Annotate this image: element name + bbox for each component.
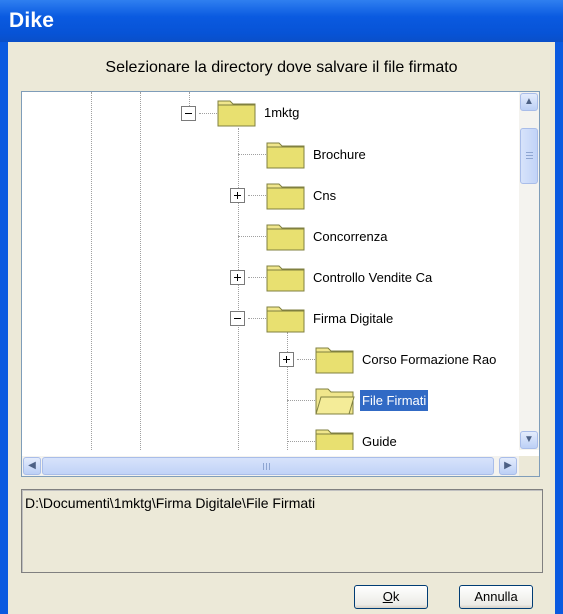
expand-toggle-corso-formazione[interactable] bbox=[279, 352, 294, 367]
folder-tree-content: 1mktg Brochure Cns Concorrenza Controllo… bbox=[22, 92, 519, 450]
tree-node-label[interactable]: Corso Formazione Rao bbox=[360, 349, 498, 370]
tree-node-label[interactable]: Cns bbox=[311, 185, 338, 206]
expand-toggle-controllo-vendite[interactable] bbox=[230, 270, 245, 285]
folder-icon bbox=[266, 142, 305, 169]
chevron-up-icon[interactable]: ▲ bbox=[520, 93, 538, 111]
window-title: Dike bbox=[9, 9, 55, 32]
tree-connector bbox=[248, 318, 268, 319]
tree-node-label[interactable]: 1mktg bbox=[262, 102, 301, 123]
tree-connector bbox=[238, 236, 268, 237]
dialog-client-area: Selezionare la directory dove salvare il… bbox=[8, 42, 555, 614]
grip-line bbox=[526, 152, 533, 153]
tree-guide-line bbox=[287, 332, 288, 450]
chevron-left-icon[interactable]: ◀ bbox=[23, 457, 41, 475]
folder-icon bbox=[315, 429, 354, 450]
open-folder-icon bbox=[315, 388, 355, 415]
grip-line bbox=[269, 463, 270, 470]
collapse-toggle-1mktg[interactable] bbox=[181, 106, 196, 121]
tree-connector bbox=[297, 359, 317, 360]
dialog-window: Dike Selezionare la directory dove salva… bbox=[0, 0, 563, 614]
horizontal-scrollbar[interactable]: ◀ ▶ bbox=[22, 456, 519, 476]
grip-line bbox=[526, 155, 533, 156]
folder-icon bbox=[266, 224, 305, 251]
tree-node-label[interactable]: Firma Digitale bbox=[311, 308, 395, 329]
tree-guide-line bbox=[189, 92, 190, 106]
collapse-toggle-firma-digitale[interactable] bbox=[230, 311, 245, 326]
ok-mnemonic: O bbox=[382, 589, 393, 604]
tree-guide-line bbox=[238, 128, 239, 450]
tree-connector bbox=[248, 277, 268, 278]
selected-path-text: D:\Documenti\1mktg\Firma Digitale\File F… bbox=[25, 495, 316, 511]
folder-icon bbox=[217, 100, 256, 127]
grip-line bbox=[526, 158, 533, 159]
tree-connector bbox=[287, 400, 317, 401]
folder-icon bbox=[266, 183, 305, 210]
ok-label-rest: k bbox=[392, 589, 400, 604]
tree-connector bbox=[238, 154, 268, 155]
tree-connector bbox=[199, 113, 217, 114]
dialog-prompt: Selezionare la directory dove salvare il… bbox=[105, 59, 458, 76]
tree-node-label[interactable]: Controllo Vendite Ca bbox=[311, 267, 434, 288]
tree-connector bbox=[287, 441, 317, 442]
grip-line bbox=[266, 463, 267, 470]
tree-node-label[interactable]: Brochure bbox=[311, 144, 368, 165]
tree-guide-line bbox=[91, 92, 92, 450]
horizontal-scroll-thumb[interactable] bbox=[42, 457, 494, 475]
grip-line bbox=[263, 463, 264, 470]
title-bar[interactable]: Dike bbox=[0, 0, 563, 42]
tree-guide-line bbox=[140, 92, 141, 450]
chevron-down-icon[interactable]: ▼ bbox=[520, 431, 538, 449]
tree-node-label[interactable]: Guide bbox=[360, 431, 399, 450]
ok-button[interactable]: Ok bbox=[354, 585, 428, 609]
cancel-button[interactable]: Annulla bbox=[459, 585, 533, 609]
folder-icon bbox=[266, 265, 305, 292]
folder-icon bbox=[315, 347, 354, 374]
tree-node-label[interactable]: Concorrenza bbox=[311, 226, 389, 247]
scrollbar-corner bbox=[519, 456, 539, 476]
chevron-right-icon[interactable]: ▶ bbox=[499, 457, 517, 475]
folder-icon bbox=[266, 306, 305, 333]
tree-connector bbox=[248, 195, 268, 196]
vertical-scrollbar[interactable]: ▲ ▼ bbox=[519, 92, 539, 450]
vertical-scroll-thumb[interactable] bbox=[520, 128, 538, 184]
selected-path-field: D:\Documenti\1mktg\Firma Digitale\File F… bbox=[21, 489, 543, 573]
tree-node-label-selected[interactable]: File Firmati bbox=[360, 390, 429, 411]
expand-toggle-cns[interactable] bbox=[230, 188, 245, 203]
folder-tree[interactable]: 1mktg Brochure Cns Concorrenza Controllo… bbox=[21, 91, 540, 477]
